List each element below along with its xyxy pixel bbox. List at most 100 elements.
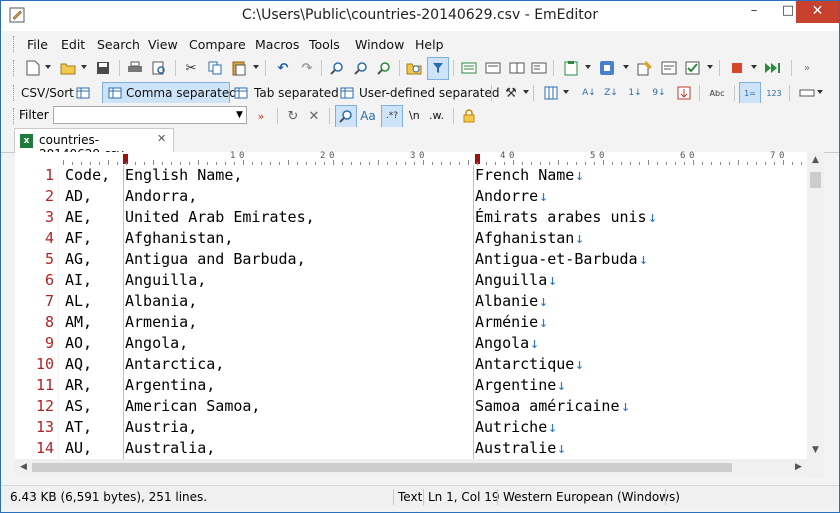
csv-cell-en[interactable]: Antigua and Barbuda, xyxy=(125,250,306,268)
filter-dropdown-icon[interactable]: ▼ xyxy=(233,107,246,123)
properties-icon[interactable] xyxy=(659,58,679,78)
csv-cell-fr[interactable]: Albanie xyxy=(475,292,538,310)
copy-icon[interactable] xyxy=(205,58,225,78)
tab-countries-csv[interactable]: x countries-20140629.csv ✕ xyxy=(14,128,174,161)
paste-icon[interactable] xyxy=(229,58,249,78)
customize-icon[interactable] xyxy=(635,58,655,78)
menubar-grip[interactable] xyxy=(13,36,17,52)
csv-cell-code[interactable]: AS, xyxy=(65,397,92,415)
text-editor[interactable]: 1 2 3 4 5 6 7 8 9 10 11 12 13 14 Code, English Name, Fr… xyxy=(15,165,821,459)
sort-reverse-icon[interactable] xyxy=(674,83,694,103)
tile-window-icon[interactable] xyxy=(507,58,527,78)
scroll-up-icon[interactable]: ▲ xyxy=(807,152,824,169)
csv-cell-code[interactable]: AQ, xyxy=(65,355,92,373)
csv-cell-fr[interactable]: Australie xyxy=(475,439,556,457)
csv-cell-fr[interactable]: French Name xyxy=(475,166,574,184)
status-mode[interactable]: Text xyxy=(398,490,422,504)
word-wrap-icon[interactable] xyxy=(459,58,479,78)
clipboard-dropdown-icon[interactable] xyxy=(585,65,591,69)
ruler-options-icon[interactable] xyxy=(797,83,817,103)
csv-cell-code[interactable]: AG, xyxy=(65,250,92,268)
csv-cell-fr[interactable]: Autriche xyxy=(475,418,547,436)
find-icon[interactable] xyxy=(327,58,347,78)
ruler[interactable]: 1 0 2 0 3 0 4 0 5 0 6 0 7 0 xyxy=(15,151,821,166)
plugins-icon[interactable] xyxy=(597,58,617,78)
menu-search[interactable]: Search xyxy=(97,37,140,52)
csv-cell-code[interactable]: AE, xyxy=(65,208,92,226)
open-folder-icon[interactable] xyxy=(58,58,78,78)
csv-cell-code[interactable]: AL, xyxy=(65,292,92,310)
comma-separated-icon[interactable] xyxy=(105,83,125,103)
filter-search-icon[interactable] xyxy=(336,106,356,126)
find-next-icon[interactable] xyxy=(351,58,371,78)
run-macro-icon[interactable] xyxy=(763,58,783,78)
csv-cell-en[interactable]: Anguilla, xyxy=(125,271,206,289)
line-numbers-icon[interactable]: 1= xyxy=(740,83,760,103)
csv-cell-fr[interactable]: Samoa américaine xyxy=(475,397,620,415)
csv-cell-code[interactable]: AO, xyxy=(65,334,92,352)
csv-sort-icon[interactable] xyxy=(73,83,93,103)
csv-cell-en[interactable]: Austria, xyxy=(125,418,197,436)
tab-separated-icon[interactable] xyxy=(231,83,251,103)
tab-close-icon[interactable]: ✕ xyxy=(157,132,166,145)
vertical-scroll-thumb[interactable] xyxy=(810,172,821,188)
whole-word-toggle[interactable]: .w. xyxy=(429,109,444,122)
refresh-filter-icon[interactable]: ↻ xyxy=(283,106,303,126)
menu-compare[interactable]: Compare xyxy=(189,37,246,52)
csv-column-divider[interactable] xyxy=(473,165,474,459)
horizontal-scrollbar[interactable]: ◀ ▶ xyxy=(15,459,807,476)
sort-descending-icon[interactable]: Z↓ xyxy=(601,83,621,103)
column-numbers-icon[interactable]: 123 xyxy=(764,83,784,103)
csv-cell-en[interactable]: Armenia, xyxy=(125,313,197,331)
regex-icon[interactable]: .*? xyxy=(382,106,402,126)
status-encoding[interactable]: Western European (Windows) xyxy=(503,490,680,504)
user-defined-separated-icon[interactable] xyxy=(337,83,357,103)
minimize-button[interactable]: – xyxy=(737,1,771,23)
title-bar[interactable]: C:\Users\Public\countries-20140629.csv -… xyxy=(1,1,839,31)
columns-dropdown-icon[interactable] xyxy=(563,90,569,94)
vertical-scrollbar[interactable]: ▲ ▼ xyxy=(807,152,824,478)
csv-cell-code[interactable]: AU, xyxy=(65,439,92,457)
newline-toggle[interactable]: \n xyxy=(409,109,420,122)
spell-check-icon[interactable] xyxy=(683,58,703,78)
csv-cell-en[interactable]: Australia, xyxy=(125,439,215,457)
csv-cell-en[interactable]: United Arab Emirates, xyxy=(125,208,315,226)
csv-cell-en[interactable]: Angola, xyxy=(125,334,188,352)
menu-file[interactable]: File xyxy=(27,37,48,52)
horizontal-scroll-thumb[interactable] xyxy=(32,463,732,472)
spell-check-csv-icon[interactable]: Abc xyxy=(707,83,727,103)
status-cursor-position[interactable]: Ln 1, Col 19 xyxy=(428,490,500,504)
redo-icon[interactable]: ↷ xyxy=(297,58,317,78)
find-in-files-icon[interactable] xyxy=(404,58,424,78)
new-file-icon[interactable] xyxy=(23,58,43,78)
new-dropdown-icon[interactable] xyxy=(45,65,51,69)
split-window-icon[interactable] xyxy=(483,58,503,78)
sort-numeric-ascending-icon[interactable]: 1↓ xyxy=(625,83,645,103)
match-case-icon[interactable]: Aa xyxy=(358,106,378,126)
csv-options-icon[interactable]: ⚒ xyxy=(501,83,521,103)
csv-cell-fr[interactable]: Émirats arabes unis xyxy=(475,208,647,226)
csv-cell-en[interactable]: Afghanistan, xyxy=(125,229,233,247)
csv-cell-code[interactable]: Code, xyxy=(65,166,110,184)
undo-icon[interactable]: ↶ xyxy=(273,58,293,78)
cut-icon[interactable]: ✂ xyxy=(181,58,201,78)
toolbar-grip[interactable] xyxy=(13,108,17,124)
csv-cell-code[interactable]: AM, xyxy=(65,313,92,331)
scroll-down-icon[interactable]: ▼ xyxy=(807,442,824,459)
print-preview-icon[interactable] xyxy=(149,58,169,78)
columns-icon[interactable] xyxy=(541,83,561,103)
csv-cell-code[interactable]: AI, xyxy=(65,271,92,289)
record-macro-icon[interactable] xyxy=(727,58,747,78)
menu-macros[interactable]: Macros xyxy=(255,37,299,52)
filter-history-icon[interactable]: » xyxy=(251,106,271,126)
csv-cell-en[interactable]: Antarctica, xyxy=(125,355,224,373)
ruler-options-dropdown-icon[interactable] xyxy=(817,90,823,94)
close-button[interactable]: ✕ xyxy=(796,1,839,23)
csv-column-divider[interactable] xyxy=(123,165,124,459)
lock-icon[interactable] xyxy=(459,106,479,126)
csv-cell-fr[interactable]: Andorre xyxy=(475,187,538,205)
csv-cell-fr[interactable]: Anguilla xyxy=(475,271,547,289)
csv-cell-code[interactable]: AT, xyxy=(65,418,92,436)
filter-icon[interactable] xyxy=(428,58,448,78)
toolbar-grip[interactable] xyxy=(13,60,17,76)
